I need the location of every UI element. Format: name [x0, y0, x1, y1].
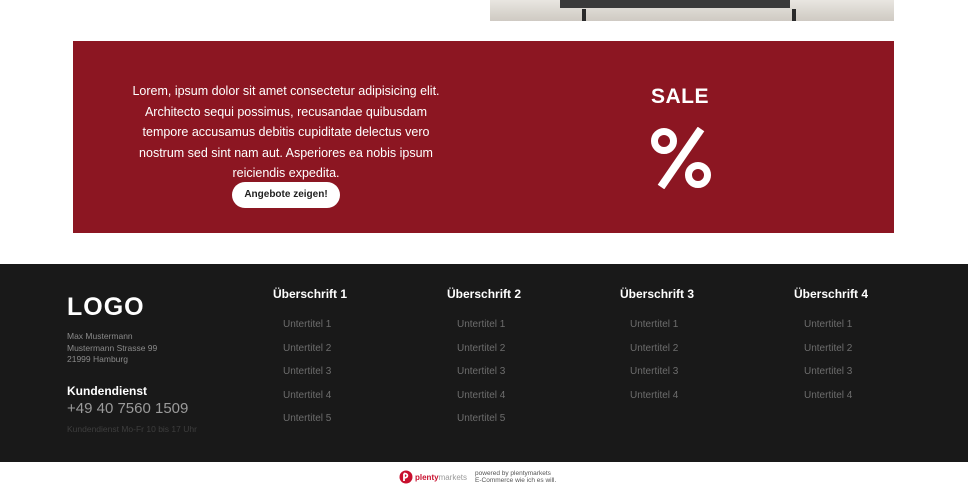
- footer-link[interactable]: Untertitel 1: [273, 319, 433, 343]
- service-hours: Kundendienst Mo-Fr 10 bis 17 Uhr: [67, 424, 197, 434]
- footer-link[interactable]: Untertitel 3: [794, 366, 954, 390]
- powered-by[interactable]: plentymarkets powered by plentymarkets E…: [399, 469, 556, 485]
- wordmark-suffix: markets: [438, 472, 468, 482]
- footer-column-1: Überschrift 1 Untertitel 1 Untertitel 2 …: [273, 287, 433, 437]
- footer-link[interactable]: Untertitel 1: [447, 319, 607, 343]
- plentymarkets-logo-icon: [399, 470, 413, 484]
- footer-link[interactable]: Untertitel 2: [273, 343, 433, 367]
- powered-line-2: E-Commerce wie ich es will.: [475, 477, 557, 484]
- footer-link[interactable]: Untertitel 1: [794, 319, 954, 343]
- sale-banner: Lorem, ipsum dolor sit amet consectetur …: [73, 41, 894, 233]
- footer-link[interactable]: Untertitel 4: [620, 390, 780, 414]
- sale-title: SALE: [650, 85, 709, 108]
- footer-link[interactable]: Untertitel 3: [620, 366, 780, 390]
- footer-link[interactable]: Untertitel 2: [447, 343, 607, 367]
- service-phone[interactable]: +49 40 7560 1509: [67, 400, 188, 417]
- footer-link[interactable]: Untertitel 5: [273, 413, 433, 437]
- footer-link[interactable]: Untertitel 2: [794, 343, 954, 367]
- footer-link[interactable]: Untertitel 2: [620, 343, 780, 367]
- service-title: Kundendienst: [67, 384, 147, 398]
- footer-link[interactable]: Untertitel 4: [447, 390, 607, 414]
- footer-logo[interactable]: LOGO: [67, 293, 145, 322]
- plentymarkets-wordmark: plentymarkets: [415, 473, 467, 482]
- powered-by-note: powered by plentymarkets E-Commerce wie …: [475, 470, 556, 484]
- footer-column-2: Überschrift 2 Untertitel 1 Untertitel 2 …: [447, 287, 607, 437]
- address-name: Max Mustermann: [67, 331, 133, 341]
- hero-image: [490, 0, 894, 21]
- footer: LOGO Max Mustermann Mustermann Strasse 9…: [0, 264, 968, 462]
- column-heading: Überschrift 4: [794, 287, 869, 301]
- footer-address: Max Mustermann Mustermann Strasse 99 219…: [67, 331, 157, 366]
- footer-column-3: Überschrift 3 Untertitel 1 Untertitel 2 …: [620, 287, 780, 413]
- column-heading: Überschrift 3: [620, 287, 695, 301]
- footer-link[interactable]: Untertitel 5: [447, 413, 607, 437]
- column-heading: Überschrift 2: [447, 287, 522, 301]
- footer-link[interactable]: Untertitel 1: [620, 319, 780, 343]
- percent-icon: [651, 127, 711, 189]
- address-city: 21999 Hamburg: [67, 354, 128, 364]
- footer-link[interactable]: Untertitel 3: [447, 366, 607, 390]
- column-heading: Überschrift 1: [273, 287, 348, 301]
- footer-link[interactable]: Untertitel 3: [273, 366, 433, 390]
- footer-column-4: Überschrift 4 Untertitel 1 Untertitel 2 …: [794, 287, 954, 413]
- wordmark-brand: plenty: [415, 472, 439, 482]
- show-offers-button[interactable]: Angebote zeigen!: [232, 182, 340, 208]
- powered-line-1: powered by plentymarkets: [475, 470, 551, 477]
- address-street: Mustermann Strasse 99: [67, 342, 158, 353]
- footer-link[interactable]: Untertitel 4: [794, 390, 954, 414]
- banner-text: Lorem, ipsum dolor sit amet consectetur …: [132, 84, 440, 180]
- footer-link[interactable]: Untertitel 4: [273, 390, 433, 414]
